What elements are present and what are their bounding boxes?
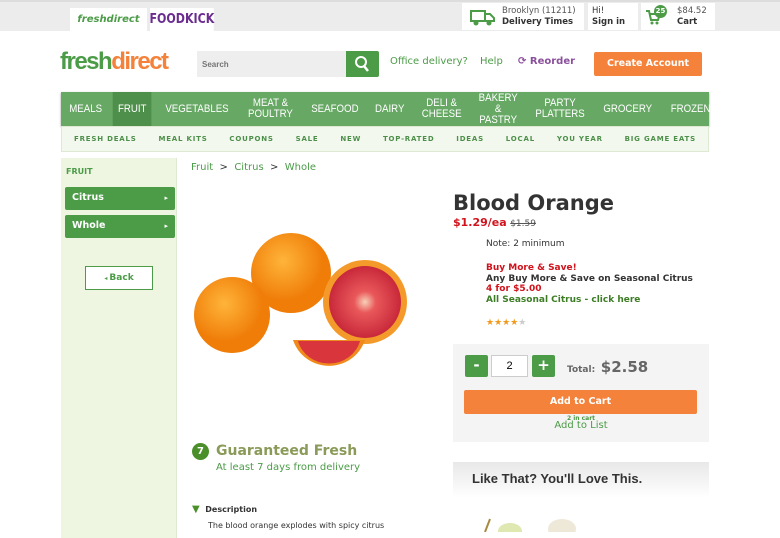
subnav-item-ideas[interactable]: IDEAS — [456, 135, 484, 143]
sidebar-title: FRUIT — [66, 167, 93, 176]
delivery-times-label: Delivery Times — [502, 17, 574, 27]
cart-count-badge: 25 — [654, 5, 667, 18]
reorder-icon: ⟳ — [518, 56, 530, 67]
product-title: Blood Orange — [453, 191, 615, 215]
increase-quantity-button[interactable]: + — [532, 355, 555, 377]
nav-item-meals[interactable]: MEALS — [64, 92, 107, 126]
subnav-item-fresh-deals[interactable]: FRESH DEALS — [74, 135, 137, 143]
recommended-product-image — [484, 518, 576, 532]
cart-total: $84.52 — [677, 6, 707, 16]
create-account-button[interactable]: Create Account — [594, 52, 702, 76]
description-text: The blood orange explodes with spicy cit… — [208, 521, 385, 530]
guaranteed-fresh-title: Guaranteed Fresh — [216, 443, 358, 459]
search-button[interactable] — [346, 51, 379, 77]
subnav-item-big-game-eats[interactable]: BIG GAME EATS — [625, 135, 696, 143]
nav-item-frozen[interactable]: FROZEN — [665, 92, 715, 126]
seasonal-citrus-link[interactable]: All Seasonal Citrus - click here — [486, 295, 693, 306]
nav-item-grocery[interactable]: GROCERY — [598, 92, 657, 126]
subnav-item-sale[interactable]: SALE — [296, 135, 319, 143]
decrease-quantity-button[interactable]: - — [465, 355, 488, 377]
triangle-down-icon: ▼ — [192, 504, 200, 515]
sub-nav: FRESH DEALS MEAL KITS COUPONS SALE NEW TOP-RA… — [61, 126, 709, 152]
arrow-right-icon: ▸ — [164, 194, 168, 202]
freshdirect-logo[interactable]: freshdirect — [60, 48, 169, 76]
cart-button[interactable]: 25 $84.52 Cart — [641, 3, 715, 30]
greeting: Hi! — [592, 6, 605, 16]
price: $1.29/ea $1.59 — [453, 216, 536, 229]
sign-in-label: Sign in — [592, 17, 626, 27]
nav-item-bakery-pastry[interactable]: BAKERY & PASTRY — [473, 92, 522, 126]
nav-item-dairy[interactable]: DAIRY — [370, 92, 410, 126]
subnav-item-meal-kits[interactable]: MEAL KITS — [158, 135, 207, 143]
breadcrumb: Fruit > Citrus > Whole — [191, 162, 317, 173]
guaranteed-fresh-subtitle: At least 7 days from delivery — [216, 462, 361, 473]
subnav-item-new[interactable]: NEW — [340, 135, 361, 143]
quantity-input[interactable] — [491, 355, 528, 377]
add-to-cart-button[interactable]: Add to Cart — [464, 390, 697, 414]
tab-foodkick[interactable]: FOODKICK — [149, 8, 214, 31]
sidebar-item-whole[interactable]: Whole ▸ — [65, 215, 175, 238]
arrow-right-icon: ▸ — [164, 222, 168, 230]
office-delivery-link[interactable]: Office delivery? — [390, 56, 468, 67]
delivery-times-button[interactable]: Brooklyn (11211) Delivery Times — [462, 3, 584, 30]
location-text: Brooklyn (11211) — [502, 6, 576, 16]
sidebar-item-citrus[interactable]: Citrus ▸ — [65, 187, 175, 210]
product-image — [194, 233, 407, 366]
nav-item-deli-cheese[interactable]: DELI & CHEESE — [416, 92, 466, 126]
main-nav: MEALS FRUIT VEGETABLES MEAT & POULTRY SEAFOO… — [61, 92, 780, 126]
search-icon — [355, 56, 369, 72]
truck-icon — [470, 10, 495, 26]
nav-item-fruit[interactable]: FRUIT — [112, 92, 153, 126]
nav-item-meat-poultry[interactable]: MEAT & POULTRY — [242, 92, 297, 126]
nav-item-wines-spirits[interactable]: WINES & SPIRITS — [764, 92, 780, 126]
tab-freshdirect[interactable]: freshdirect — [70, 8, 147, 31]
recommendations-title: Like That? You'll Love This. — [453, 462, 709, 498]
subnav-item-top-rated[interactable]: TOP-RATED — [383, 135, 434, 143]
minimum-note: Note: 2 minimum — [486, 239, 565, 249]
subnav-item-you-year[interactable]: YOU YEAR — [557, 135, 603, 143]
nav-item-party-platters[interactable]: PARTY PLATTERS — [530, 92, 590, 126]
description-toggle[interactable]: ▼ Description — [192, 504, 257, 515]
add-to-list-link[interactable]: Add to List — [453, 420, 709, 431]
breadcrumb-whole[interactable]: Whole — [285, 162, 316, 173]
breadcrumb-citrus[interactable]: Citrus — [234, 162, 263, 173]
promo-block: Buy More & Save! Any Buy More & Save on … — [486, 263, 693, 306]
sidebar: FRUIT Citrus ▸ Whole ▸ ◂ Back — [61, 158, 177, 538]
nav-item-vegetables[interactable]: VEGETABLES — [160, 92, 234, 126]
total: Total: $2.58 — [567, 358, 649, 376]
subnav-item-local[interactable]: LOCAL — [506, 135, 535, 143]
help-link[interactable]: Help — [480, 56, 503, 67]
search-input[interactable] — [197, 51, 347, 77]
subnav-item-coupons[interactable]: COUPONS — [229, 135, 273, 143]
cart-label: Cart — [677, 17, 698, 27]
nav-item-beer[interactable]: BEER — [721, 92, 758, 126]
breadcrumb-fruit[interactable]: Fruit — [191, 162, 213, 173]
sign-in-button[interactable]: Hi! Sign in — [588, 3, 638, 30]
purchase-box: - + Total: $2.58 Add to Cart 2 in cart A… — [453, 344, 709, 442]
back-button[interactable]: ◂ Back — [85, 266, 153, 290]
star-rating: ★★★★★ — [486, 318, 527, 328]
reorder-link[interactable]: ⟳ Reorder — [518, 56, 575, 67]
nav-item-seafood[interactable]: SEAFOOD — [306, 92, 364, 126]
fresh-days-badge: 7 — [192, 443, 209, 460]
